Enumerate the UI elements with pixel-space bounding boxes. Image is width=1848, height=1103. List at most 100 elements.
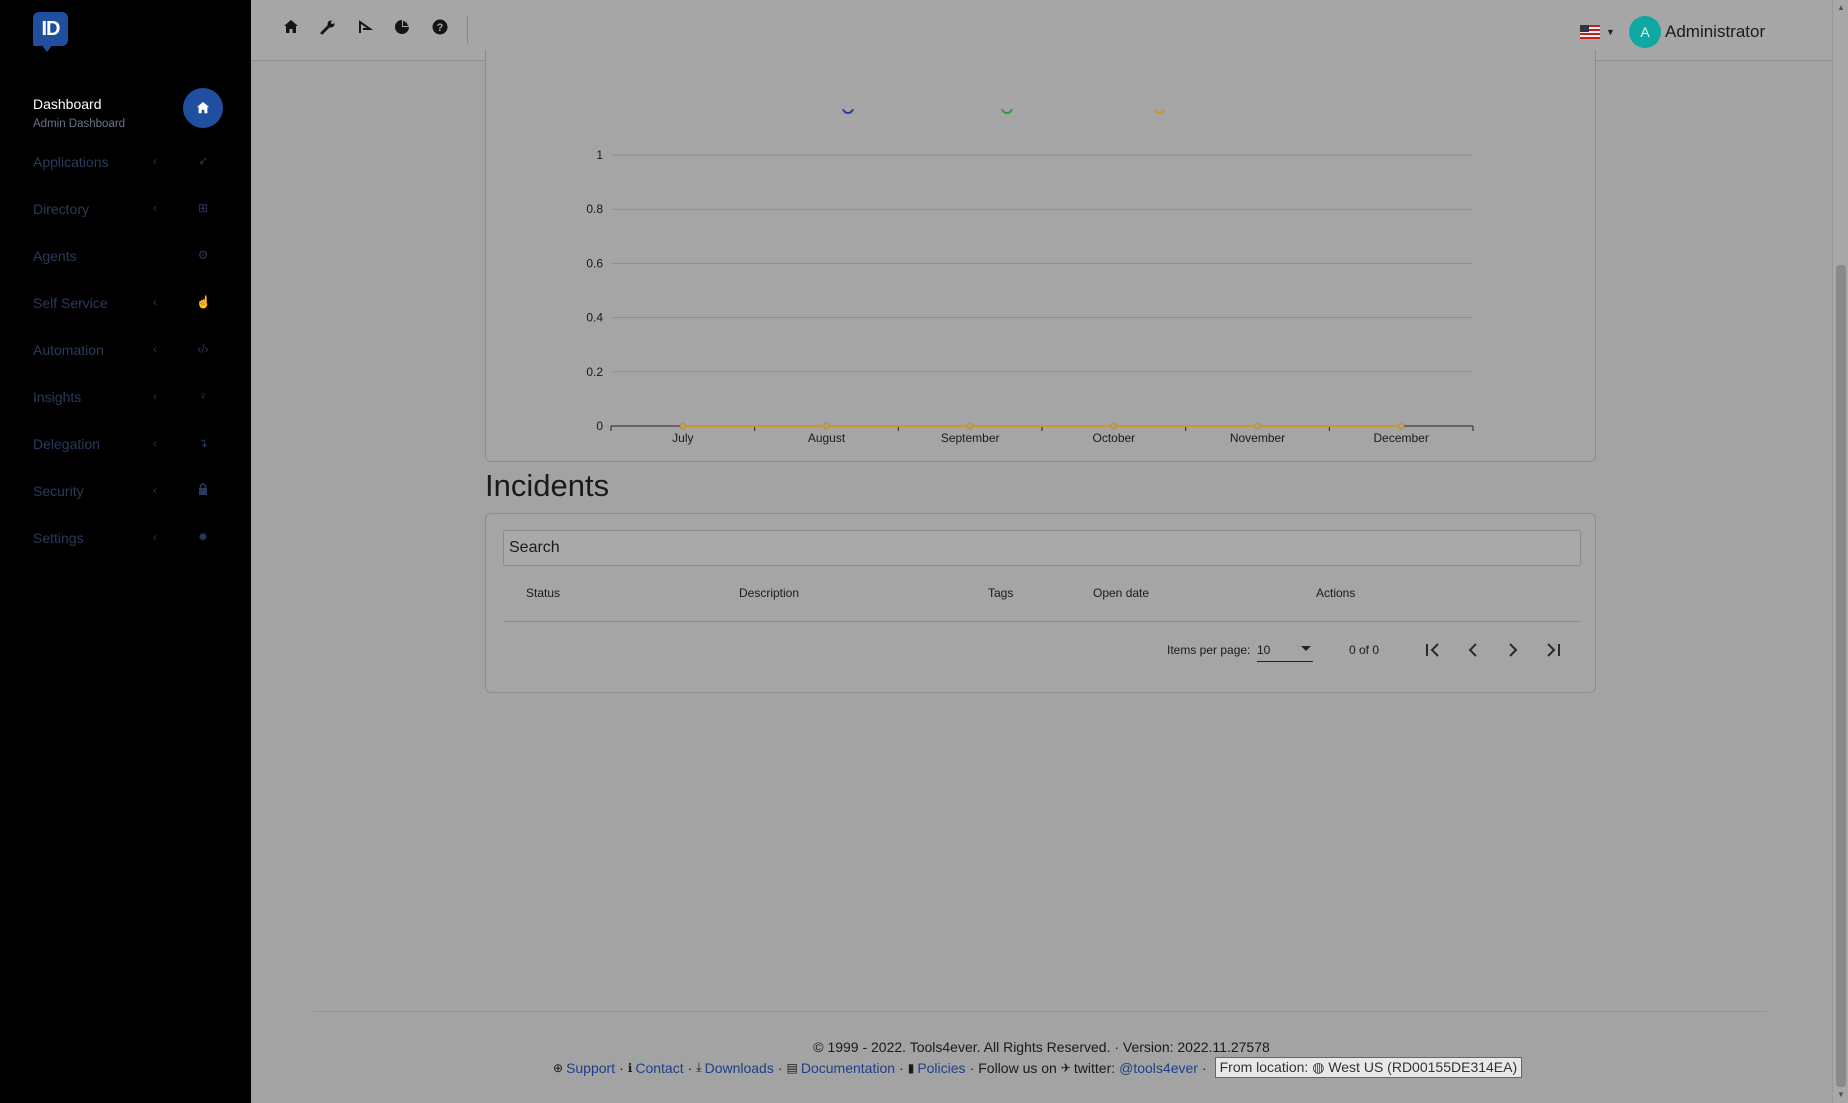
support-link[interactable]: Support <box>566 1060 615 1076</box>
avatar[interactable]: A <box>1629 16 1661 48</box>
first-page-button[interactable] <box>1421 638 1445 662</box>
sidebar-item-automation[interactable]: Automation ‹ ‹/› <box>0 342 251 386</box>
lightbulb-icon: ♀ <box>198 389 208 403</box>
toolbar-divider <box>467 16 468 44</box>
location-value: West US (RD00155DE314EA) <box>1328 1059 1518 1075</box>
users-cog-icon: ⚙ <box>197 248 209 262</box>
incidents-title: Incidents <box>485 468 610 503</box>
next-page-button[interactable] <box>1501 638 1525 662</box>
sidebar-item-label: Delegation <box>33 436 100 452</box>
separator: · <box>969 1059 975 1076</box>
username[interactable]: Administrator <box>1665 22 1765 42</box>
items-per-page-select[interactable]: 10 <box>1257 638 1313 662</box>
svg-text:?: ? <box>437 22 444 34</box>
column-header-open-date[interactable]: Open date <box>1093 586 1149 600</box>
column-header-status[interactable]: Status <box>526 586 560 600</box>
y-tick-label: 0.6 <box>586 256 603 270</box>
separator: · <box>899 1059 904 1076</box>
help-icon[interactable]: ? <box>430 19 450 39</box>
sidebar-item-label: Directory <box>33 201 90 217</box>
info-icon: ℹ <box>627 1060 633 1075</box>
sidebar-item-settings[interactable]: Settings ‹ ✹ <box>0 530 251 574</box>
table-header-divider <box>503 621 1581 622</box>
footer-links: ⊕ Support · ℹ Contact · ⤓ Downloads · ▤ … <box>553 1057 1523 1078</box>
y-tick-label: 0.2 <box>586 365 603 379</box>
range-label: 0 of 0 <box>1349 643 1380 657</box>
sign-icon[interactable] <box>355 19 375 39</box>
sidebar-item-sublabel: Admin Dashboard <box>33 118 126 130</box>
twitter-icon: ✈ <box>1060 1060 1071 1075</box>
column-header-actions: Actions <box>1316 586 1356 600</box>
x-tick-label: July <box>672 431 693 445</box>
rocket-icon: ➶ <box>197 154 209 168</box>
incidents-card: Status Description Tags Open date Action… <box>485 513 1596 693</box>
previous-page-button[interactable] <box>1461 638 1485 662</box>
separator: · <box>619 1059 624 1076</box>
x-tick-label: November <box>1230 431 1285 445</box>
items-per-page-label: Items per page: <box>1167 643 1251 657</box>
wrench-icon[interactable] <box>318 19 338 39</box>
x-tick-label: August <box>808 431 846 445</box>
globe-icon: ◍ <box>1312 1059 1325 1075</box>
sidebar-item-label: Insights <box>33 389 82 405</box>
sidebar-item-agents[interactable]: Agents ⚙ <box>0 248 251 292</box>
sidebar-item-directory[interactable]: Directory ‹ ⊞ <box>0 201 251 245</box>
separator: · <box>777 1059 783 1076</box>
separator: · <box>687 1059 693 1076</box>
contact-link[interactable]: Contact <box>635 1060 683 1076</box>
home-icon[interactable] <box>281 19 301 39</box>
sidebar-item-insights[interactable]: Insights ‹ ♀ <box>0 389 251 433</box>
sidebar-item-applications[interactable]: Applications ‹ ➶ <box>0 154 251 198</box>
chevron-down-icon[interactable]: ▼ <box>1606 27 1615 37</box>
y-tick-label: 0.8 <box>586 202 603 216</box>
scroll-down-icon[interactable]: ▼ <box>1833 1090 1848 1099</box>
scrollbar[interactable]: ▲ ▼ <box>1832 0 1848 1103</box>
policies-link[interactable]: Policies <box>917 1060 965 1076</box>
sidebar-item-label: Settings <box>33 530 84 546</box>
gear-icon: ✹ <box>197 530 209 544</box>
data-point <box>1254 422 1261 430</box>
pie-chart-icon[interactable] <box>392 19 412 39</box>
book-icon: ▤ <box>786 1060 798 1075</box>
chevron-left-icon: ‹ <box>153 530 157 544</box>
lock-icon <box>196 483 210 498</box>
chevron-left-icon: ‹ <box>153 154 157 168</box>
chevron-left-icon: ‹ <box>153 483 157 497</box>
sidebar-item-label: Self Service <box>33 295 108 311</box>
sidebar-item-delegation[interactable]: Delegation ‹ ↴ <box>0 436 251 480</box>
sidebar-item-label: Security <box>33 483 84 499</box>
column-header-description[interactable]: Description <box>739 586 799 600</box>
us-flag-icon[interactable] <box>1580 25 1600 39</box>
sidebar-item-dashboard[interactable]: Dashboard Admin Dashboard <box>0 88 251 140</box>
scroll-up-icon[interactable]: ▲ <box>1833 3 1848 12</box>
sidebar-item-security[interactable]: Security ‹ <box>0 483 251 527</box>
separator: · <box>1201 1059 1207 1076</box>
chevron-down-icon <box>1301 646 1311 651</box>
chevron-left-icon: ‹ <box>153 436 157 450</box>
chevron-left-icon: ‹ <box>153 389 157 403</box>
sidebar-item-self-service[interactable]: Self Service ‹ ☝ <box>0 295 251 339</box>
downloads-link[interactable]: Downloads <box>705 1060 774 1076</box>
logo[interactable]: ID <box>33 12 68 52</box>
sidebar-item-label: Dashboard <box>33 96 102 112</box>
hand-pointer-icon: ☝ <box>196 295 211 309</box>
chevron-left-icon: ‹ <box>153 201 157 215</box>
location-label: From location: <box>1219 1059 1309 1075</box>
x-tick-label: December <box>1373 431 1428 445</box>
data-point <box>1110 422 1118 430</box>
last-page-button[interactable] <box>1541 638 1565 662</box>
x-tick-label: September <box>941 431 1000 445</box>
documentation-link[interactable]: Documentation <box>801 1060 895 1076</box>
twitter-link[interactable]: @tools4ever <box>1119 1060 1198 1076</box>
sidebar: ID Dashboard Admin Dashboard Application… <box>0 0 251 1103</box>
y-tick-label: 0 <box>596 419 603 433</box>
chevron-left-icon: ‹ <box>153 342 157 356</box>
search-input[interactable] <box>503 530 1581 566</box>
x-tick-label: October <box>1092 431 1135 445</box>
items-per-page-value: 10 <box>1257 643 1271 657</box>
scroll-thumb[interactable] <box>1836 265 1846 1087</box>
data-point <box>823 422 830 430</box>
level-down-icon: ↴ <box>197 436 209 450</box>
chevron-left-icon: ‹ <box>153 295 157 309</box>
column-header-tags[interactable]: Tags <box>988 586 1013 600</box>
